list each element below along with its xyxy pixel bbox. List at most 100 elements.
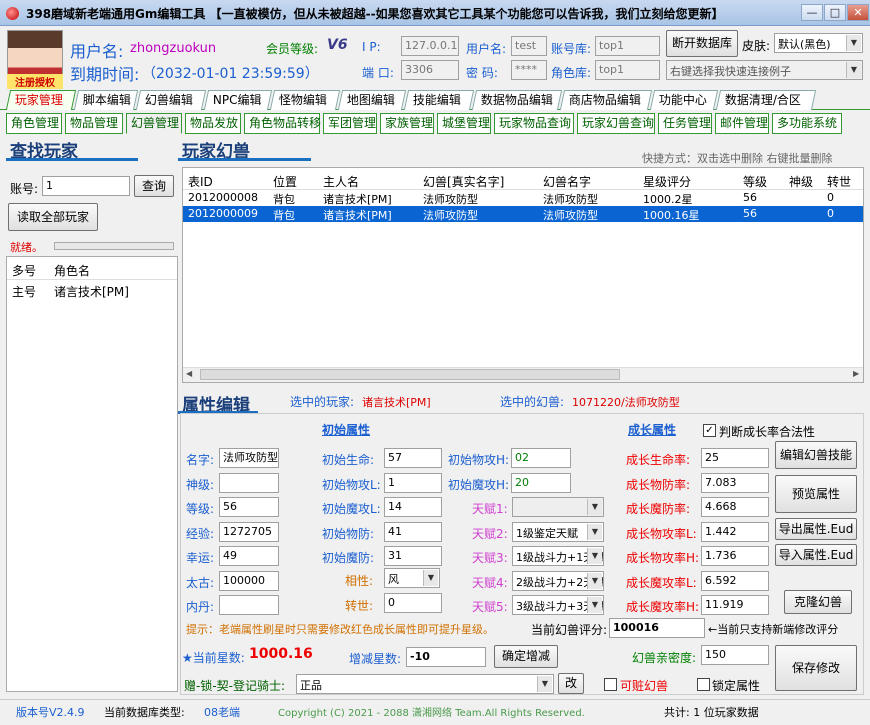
db-user-field[interactable]: test (511, 36, 547, 56)
initial-input[interactable]: 14 (384, 497, 442, 517)
initial-h-input[interactable]: 20 (511, 472, 571, 493)
tab-3[interactable]: NPC编辑 (203, 90, 273, 110)
clone-pet-button[interactable]: 克隆幻兽 (784, 590, 852, 614)
tab-9[interactable]: 功能中心 (649, 90, 719, 110)
basic-input[interactable] (219, 472, 279, 493)
basic-input[interactable]: 法师攻防型 (219, 448, 279, 468)
awaken-pet-checkbox[interactable] (604, 678, 617, 691)
confirm-delta-button[interactable]: 确定增减 (494, 645, 558, 668)
tab-7[interactable]: 数据物品编辑 (471, 90, 563, 110)
close-button[interactable]: ✕ (847, 4, 869, 21)
pet-col-header[interactable]: 幻兽名字 (543, 173, 591, 190)
account-input[interactable]: 1 (42, 176, 130, 196)
ip-field[interactable]: 127.0.0.1 (401, 36, 459, 56)
growth-input[interactable]: 6.592 (701, 570, 769, 591)
db-password-field[interactable]: **** (511, 60, 547, 80)
tab-10[interactable]: 数据清理/合区 (715, 90, 817, 110)
pet-col-header[interactable]: 神级 (789, 173, 813, 190)
player-row-name[interactable]: 诸言技术[PM] (54, 283, 129, 300)
lock-attrs-checkbox[interactable] (697, 678, 710, 691)
growth-input[interactable]: 25 (701, 448, 769, 468)
pet-cell-rebirth[interactable]: 0 (827, 191, 834, 204)
initial-input[interactable]: 57 (384, 448, 442, 468)
subtab-2[interactable]: 幻兽管理 (126, 113, 182, 134)
player-row-main[interactable]: 主号 (12, 283, 36, 300)
player-list[interactable] (6, 256, 178, 692)
minimize-button[interactable]: — (801, 4, 823, 21)
talent-select[interactable]: 1级鉴定天赋 ▼ (512, 521, 604, 542)
subtab-8[interactable]: 玩家物品查询 (494, 113, 574, 134)
pet-cell-star[interactable]: 1000.16星 (643, 207, 700, 223)
pet-cell-pos[interactable]: 背包 (273, 207, 295, 223)
preview-attrs-button[interactable]: 预览属性 (775, 475, 857, 513)
tab-8[interactable]: 商店物品编辑 (559, 90, 653, 110)
subtab-11[interactable]: 邮件管理 (715, 113, 769, 134)
basic-input[interactable]: 56 (219, 497, 279, 517)
pet-col-header[interactable]: 位置 (273, 173, 297, 190)
tab-1[interactable]: 脚本编辑 (73, 90, 139, 110)
role-db-field[interactable]: top1 (595, 60, 660, 80)
subtab-0[interactable]: 角色管理 (6, 113, 62, 134)
growth-input[interactable]: 4.668 (701, 497, 769, 517)
edit-pet-skill-button[interactable]: 编辑幻兽技能 (775, 441, 857, 469)
tab-4[interactable]: 怪物编辑 (269, 90, 341, 110)
subtab-10[interactable]: 任务管理 (658, 113, 712, 134)
pet-cell-real[interactable]: 法师攻防型 (423, 191, 478, 207)
scroll-left-icon[interactable]: ◀ (186, 369, 192, 378)
pet-cell-name[interactable]: 法师攻防型 (543, 207, 598, 223)
pet-col-header[interactable]: 表ID (188, 173, 213, 190)
star-delta-input[interactable]: -10 (406, 647, 486, 667)
read-all-players-button[interactable]: 读取全部玩家 (8, 203, 98, 231)
subtab-12[interactable]: 多功能系统 (772, 113, 842, 134)
pet-score-input[interactable]: 100016 (609, 618, 705, 638)
account-db-field[interactable]: top1 (595, 36, 660, 56)
initial-input[interactable]: 1 (384, 472, 442, 493)
basic-input[interactable] (219, 595, 279, 615)
initial-h-input[interactable]: 02 (511, 448, 571, 468)
pet-cell-real[interactable]: 法师攻防型 (423, 207, 478, 223)
tab-0[interactable]: 玩家管理 (5, 90, 77, 110)
talent-select[interactable]: 2级战斗力+2天赋 ▼ (512, 570, 604, 591)
subtab-4[interactable]: 角色物品转移 (244, 113, 321, 134)
query-button[interactable]: 查询 (134, 175, 174, 197)
basic-input[interactable]: 100000 (219, 570, 279, 591)
initial-input[interactable]: 31 (384, 546, 442, 566)
quick-connect-select[interactable]: 右键选择我快速连接例子 ▼ (666, 60, 863, 80)
intimacy-input[interactable]: 150 (701, 645, 769, 665)
knight-change-button[interactable]: 改 (558, 673, 584, 694)
pet-col-header[interactable]: 主人名 (323, 173, 359, 190)
initial-input[interactable]: 41 (384, 521, 442, 542)
disconnect-button[interactable]: 断开数据库 (666, 30, 738, 57)
rebirth-input[interactable]: 0 (384, 593, 442, 613)
growth-input[interactable]: 7.083 (701, 472, 769, 493)
pet-grid-scroll-thumb[interactable] (200, 369, 620, 380)
basic-input[interactable]: 49 (219, 546, 279, 566)
talent-select[interactable]: 1级战斗力+1天赋 ▼ (512, 546, 604, 566)
subtab-9[interactable]: 玩家幻兽查询 (577, 113, 655, 134)
basic-input[interactable]: 1272705 (219, 521, 279, 542)
maximize-button[interactable]: □ (824, 4, 846, 21)
pet-cell-id[interactable]: 2012000009 (188, 207, 258, 220)
pet-cell-owner[interactable]: 诸言技术[PM] (323, 191, 392, 207)
pet-cell-pos[interactable]: 背包 (273, 191, 295, 207)
pet-cell-star[interactable]: 1000.2星 (643, 191, 693, 207)
subtab-5[interactable]: 军团管理 (323, 113, 377, 134)
legality-checkbox[interactable]: ✓ (703, 424, 716, 437)
tab-5[interactable]: 地图编辑 (337, 90, 407, 110)
growth-input[interactable]: 1.736 (701, 546, 769, 566)
subtab-3[interactable]: 物品发放 (185, 113, 241, 134)
pet-cell-name[interactable]: 法师攻防型 (543, 191, 598, 207)
tab-2[interactable]: 幻兽编辑 (135, 90, 207, 110)
pet-col-header[interactable]: 幻兽[真实名字] (423, 173, 504, 190)
port-field[interactable]: 3306 (401, 60, 459, 80)
skin-select[interactable]: 默认(黑色) ▼ (774, 33, 863, 53)
subtab-1[interactable]: 物品管理 (65, 113, 123, 134)
export-attrs-button[interactable]: 导出属性.Eud (775, 518, 857, 540)
knight-select[interactable]: 正品 ▼ (296, 674, 554, 694)
subtab-6[interactable]: 家族管理 (380, 113, 434, 134)
growth-input[interactable]: 1.442 (701, 521, 769, 542)
talent-select[interactable]: ▼ (512, 497, 604, 517)
pet-cell-lvl[interactable]: 56 (743, 191, 757, 204)
growth-input[interactable]: 11.919 (701, 595, 769, 615)
pet-col-header[interactable]: 等级 (743, 173, 767, 190)
